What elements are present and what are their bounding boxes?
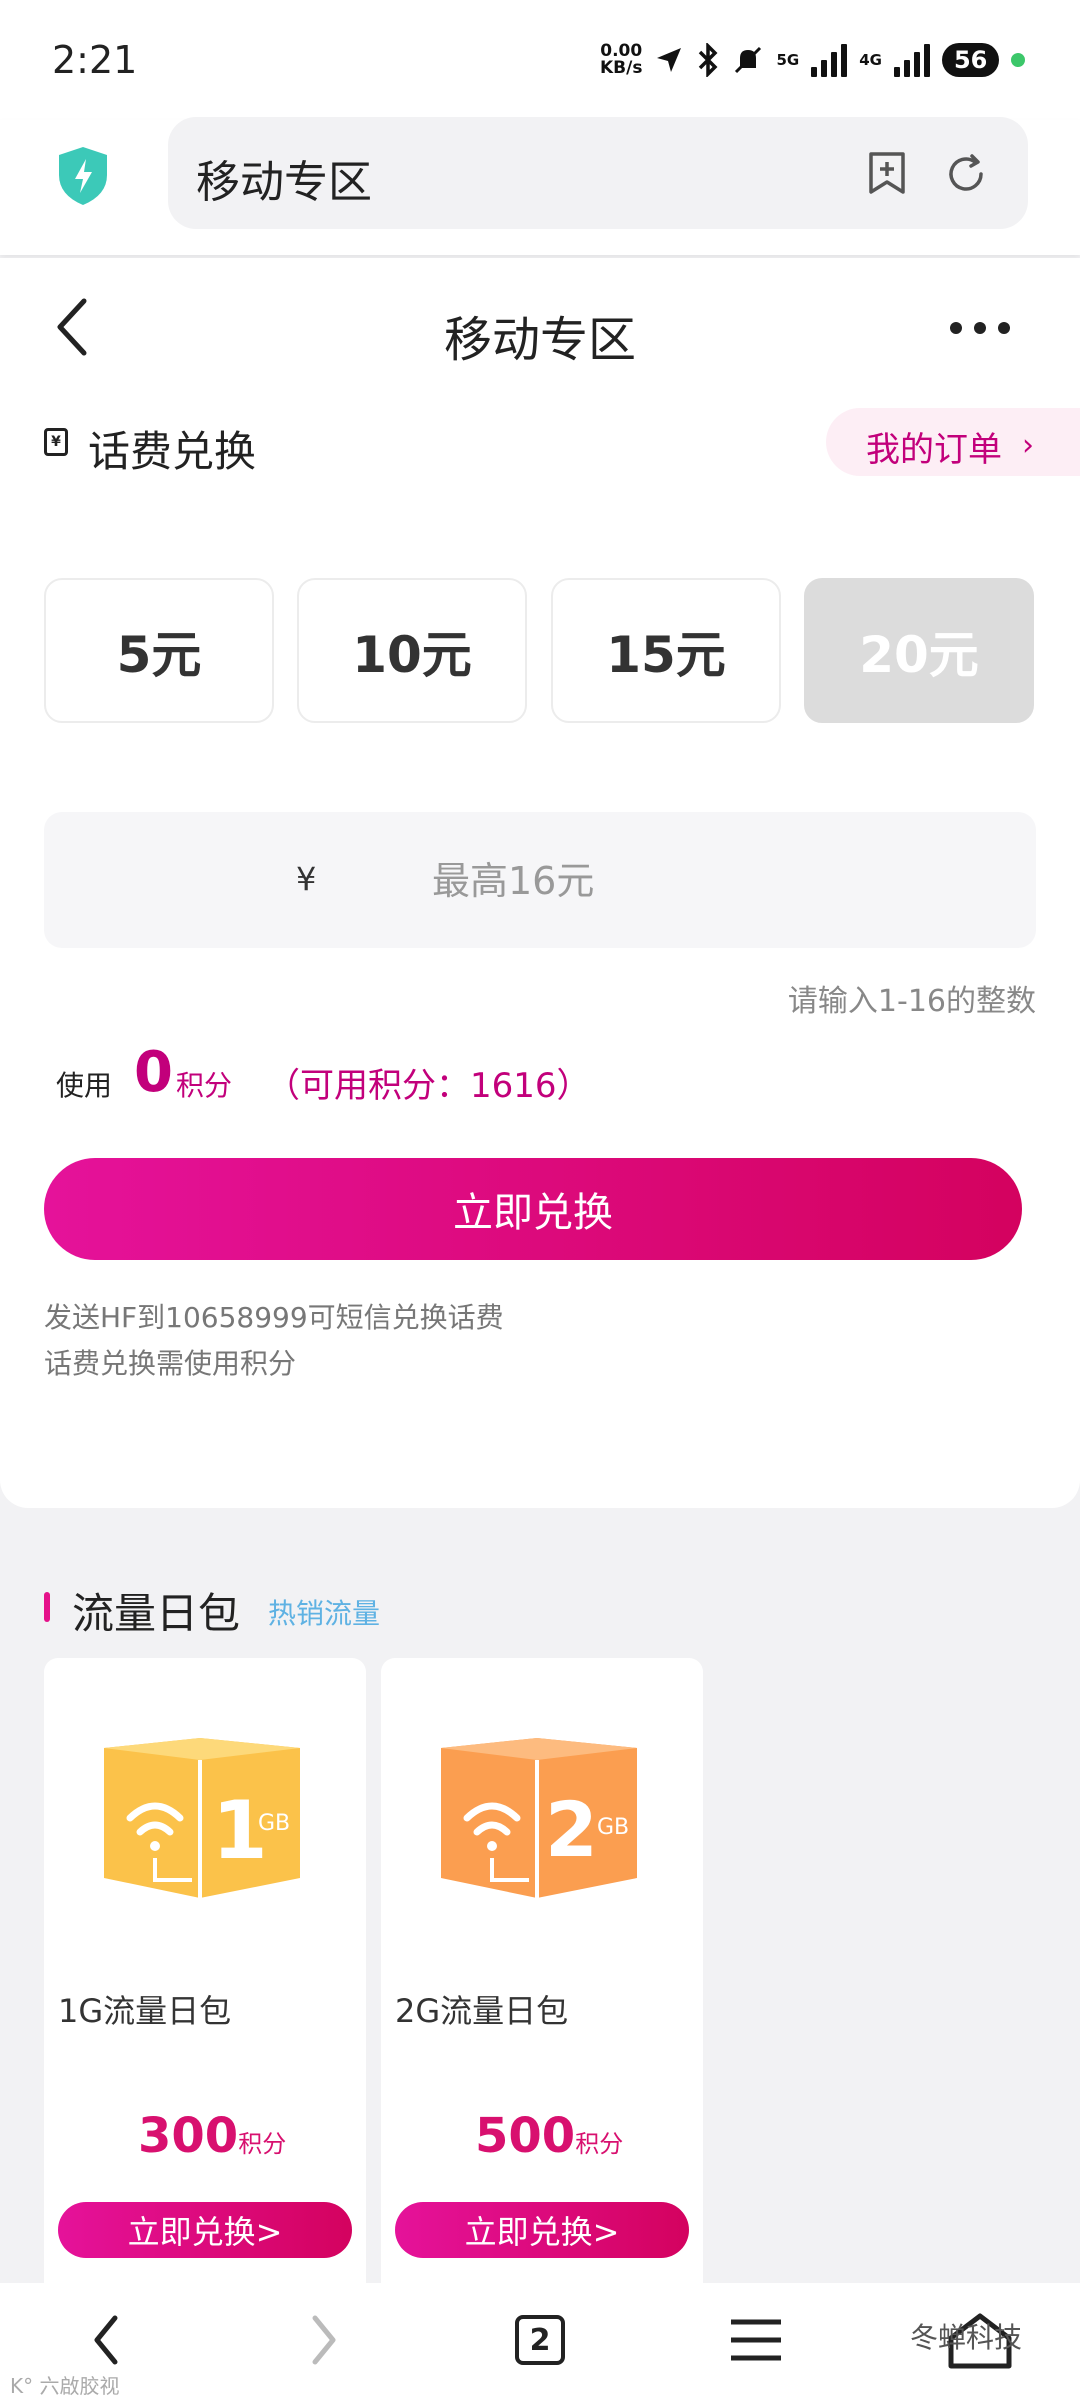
amount-option-5[interactable]: 5元 (44, 578, 274, 723)
data-pack-price-value: 500 (475, 2108, 576, 2164)
section-accent-bar (44, 1592, 50, 1622)
menu-icon (731, 2319, 781, 2361)
data-box-icon: 1 GB (104, 1738, 300, 1898)
location-icon (657, 48, 682, 72)
chevron-right-icon[interactable]: › (1022, 428, 1034, 463)
data-pack-price-unit: 积分 (238, 2130, 287, 2158)
data-pack-price-value: 300 (138, 2108, 239, 2164)
data-pack-price-unit: 积分 (575, 2130, 624, 2158)
privacy-dot (1011, 53, 1026, 67)
exchange-now-label: 立即兑换 (453, 1190, 613, 1236)
my-orders-label[interactable]: 我的订单 (866, 422, 1002, 471)
use-label: 使用 (56, 1069, 113, 1102)
signal-2-icon (893, 43, 930, 77)
data-box-unit: GB (258, 1811, 290, 1836)
nav-back-icon (94, 2315, 118, 2365)
sim1-type: 5G (776, 50, 800, 69)
tab-count-icon: 2 (515, 2315, 565, 2365)
url-text[interactable]: 移动专区 (196, 146, 372, 210)
section-title-data-packs: 流量日包 (72, 1589, 241, 1638)
available-points: （可用积分：1616） (266, 1066, 591, 1106)
section-title-bill-exchange: 话费兑换 (88, 427, 257, 476)
nav-forward-button[interactable] (284, 2300, 364, 2380)
data-box-label: 2 (545, 1785, 598, 1874)
refresh-icon[interactable] (944, 152, 988, 196)
use-points-value: 0 (134, 1040, 173, 1105)
nav-back-button[interactable] (66, 2300, 146, 2380)
bluetooth-icon (699, 43, 718, 77)
data-pack-card-1g[interactable]: 1 GB 1G流量日包 300积分 立即兑换> (44, 1658, 366, 2298)
note-points: 话费兑换需使用积分 (44, 1347, 297, 1380)
status-time: 2:21 (52, 38, 138, 82)
hot-data-tag[interactable]: 热销流量 (268, 1592, 380, 1632)
shield-icon[interactable] (55, 145, 111, 207)
currency-symbol: ¥ (296, 860, 317, 898)
exchange-now-button[interactable]: 立即兑换 (44, 1158, 1022, 1260)
input-hint: 请输入1-16的整数 (787, 984, 1036, 1019)
amount-option-15[interactable]: 15元 (551, 578, 781, 723)
watermark-left: K° 六啟胶视 (10, 2374, 120, 2398)
bill-icon: ¥ (44, 428, 68, 456)
nav-tabs-button[interactable]: 2 (500, 2300, 580, 2380)
watermark: 冬蝉科技 (910, 2321, 1023, 2354)
nav-forward-icon (312, 2315, 336, 2365)
custom-amount-input[interactable] (430, 848, 774, 914)
data-box-icon: 2 GB (441, 1738, 637, 1898)
use-points-unit: 积分 (176, 1069, 233, 1102)
data-pack-price: 300积分 (138, 2108, 286, 2164)
battery-indicator: 56 (941, 43, 1000, 77)
add-bookmark-icon[interactable] (866, 150, 908, 196)
note-sms: 发送HF到10658999可短信兑换话费 (44, 1301, 504, 1334)
amount-option-20[interactable]: 20元 (804, 578, 1034, 723)
status-icons: 0.00 KB/s 5G 4G 56 (600, 40, 1026, 80)
sim2-type: 4G (859, 50, 882, 69)
signal-1-icon (811, 43, 848, 77)
net-speed-unit: KB/s (600, 58, 643, 78)
nav-menu-button[interactable] (716, 2300, 796, 2380)
data-box-unit: GB (597, 1815, 629, 1840)
mute-bell-icon (735, 46, 762, 74)
data-pack-exchange-button[interactable]: 立即兑换> (58, 2202, 352, 2258)
net-speed: 0.00 KB/s (600, 43, 642, 77)
data-pack-card-2g[interactable]: 2 GB 2G流量日包 500积分 立即兑换> (381, 1658, 703, 2298)
data-pack-exchange-button[interactable]: 立即兑换> (395, 2202, 689, 2258)
data-pack-name: 1G流量日包 (58, 1992, 232, 2030)
page-title: 移动专区 (443, 312, 636, 368)
more-options-icon[interactable] (950, 322, 1010, 336)
data-pack-name: 2G流量日包 (395, 1992, 569, 2030)
amount-option-10[interactable]: 10元 (297, 578, 527, 723)
data-pack-price: 500积分 (475, 2108, 623, 2164)
